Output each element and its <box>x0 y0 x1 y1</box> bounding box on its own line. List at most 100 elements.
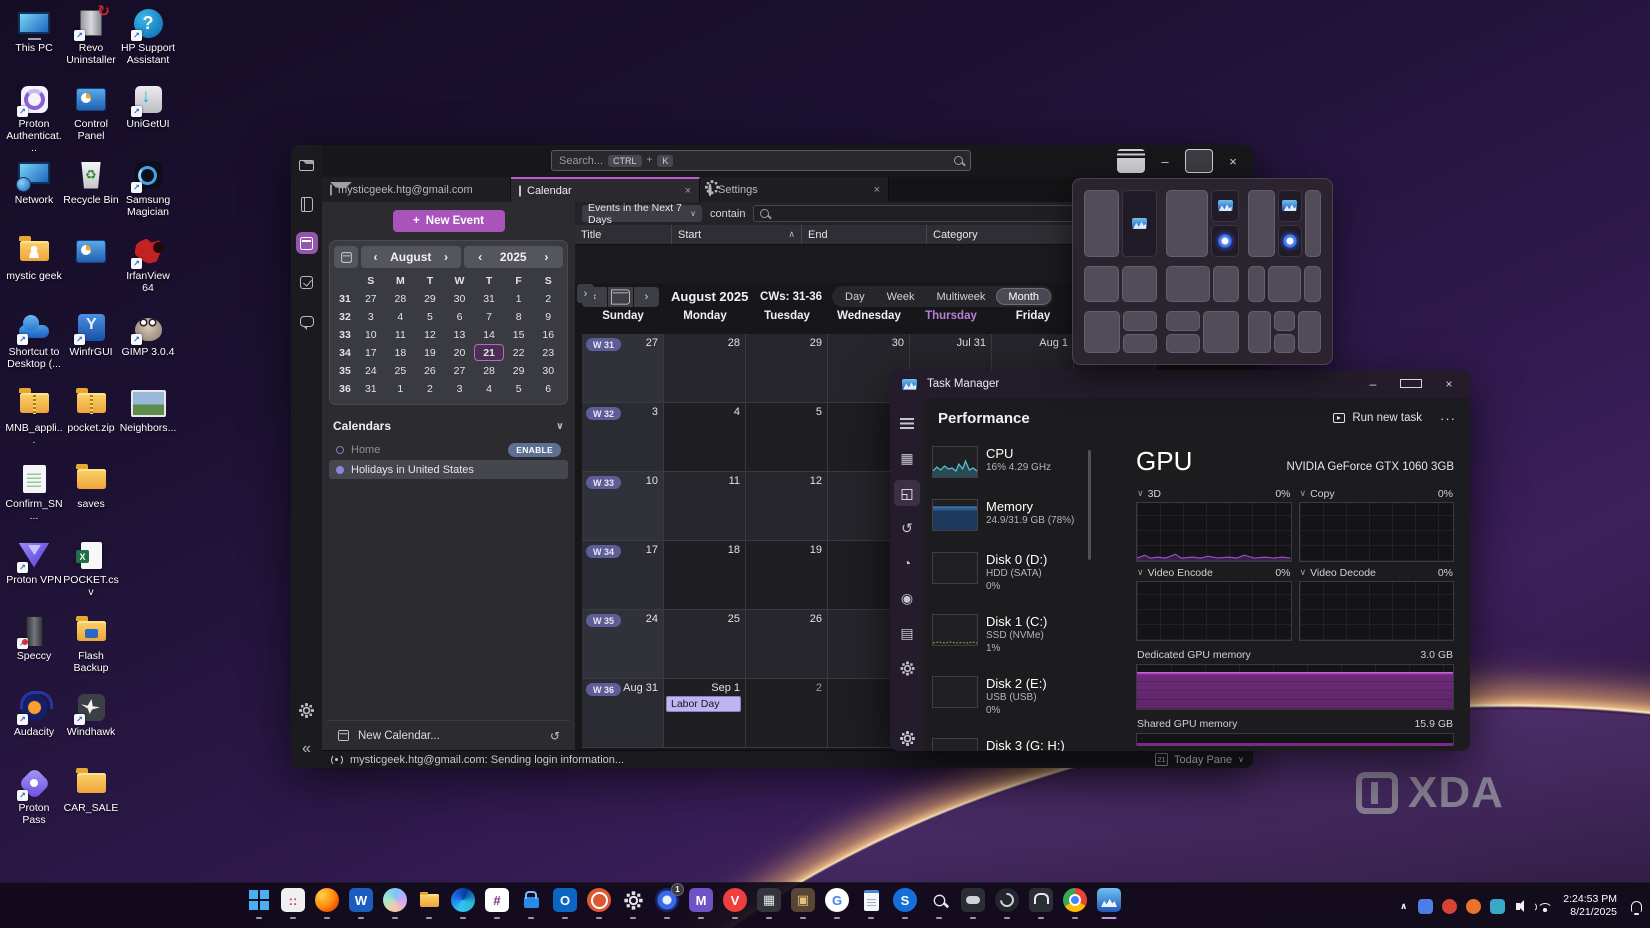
tray-app-3[interactable] <box>1466 899 1481 914</box>
desktop-icon-windhawk[interactable]: ↗Windhawk <box>63 690 119 738</box>
column-header-title[interactable]: Title <box>575 225 672 244</box>
mini-day-cell[interactable]: 27 <box>356 290 386 307</box>
mini-day-cell[interactable]: 29 <box>415 290 445 307</box>
desktop-icon-network[interactable]: Network <box>6 158 62 206</box>
snap-zone[interactable] <box>1166 190 1208 257</box>
desktop-icon-proton-pass[interactable]: ↗Proton Pass <box>6 766 62 826</box>
microsoft-store-icon[interactable] <box>519 888 543 912</box>
perf-item-cpu[interactable]: CPU16% 4.29 GHz <box>932 446 1084 478</box>
desktop-icon-mnb-appli[interactable]: MNB_appli... <box>6 386 62 446</box>
close-tab-icon[interactable]: × <box>874 184 880 196</box>
calculator-icon[interactable]: ▦ <box>757 888 781 912</box>
snap-layout-option-6[interactable] <box>1248 266 1321 303</box>
mail-app-icon[interactable]: M <box>689 888 713 912</box>
mini-day-cell[interactable]: 28 <box>386 290 416 307</box>
volume-icon[interactable] <box>1516 903 1520 910</box>
perf-item-memory[interactable]: Memory24.9/31.9 GB (78%) <box>932 499 1084 531</box>
mini-day-cell[interactable]: 12 <box>415 326 445 343</box>
event-labor-day[interactable]: Labor Day <box>666 696 741 712</box>
view-multiweek-button[interactable]: Multiweek <box>926 288 997 305</box>
new-event-button[interactable]: +New Event <box>393 210 505 232</box>
mini-day-cell[interactable]: 13 <box>445 326 475 343</box>
google-icon[interactable]: G <box>825 888 849 912</box>
snap-zone[interactable] <box>1122 190 1157 257</box>
desktop-icon-winfrgui[interactable]: ↗WinfrGUI <box>63 310 119 358</box>
search-app-icon[interactable] <box>927 888 951 912</box>
mini-day-cell[interactable]: 6 <box>533 380 563 397</box>
mini-day-cell[interactable]: 18 <box>386 344 416 361</box>
mini-day-cell[interactable]: 31 <box>356 380 386 397</box>
nav-details-icon[interactable]: ▤ <box>894 620 920 646</box>
day-cell[interactable]: 18 <box>664 541 746 610</box>
desktop-icon-this-pc[interactable]: This PC <box>6 6 62 54</box>
new-calendar-button[interactable]: New Calendar... ↺ <box>327 720 570 750</box>
run-new-task-button[interactable]: Run new task <box>1333 412 1422 424</box>
word-icon[interactable]: W <box>349 888 373 912</box>
tray-app-1[interactable] <box>1418 899 1433 914</box>
snap-zone[interactable] <box>1084 266 1119 303</box>
snap-zone[interactable] <box>1203 311 1239 353</box>
clock[interactable]: 2:24:53 PM 8/21/2025 <box>1563 893 1617 919</box>
desktop-icon-recycle-bin[interactable]: Recycle Bin <box>63 158 119 206</box>
perf-item-disk-2-e-[interactable]: Disk 2 (E:)USB (USB)0% <box>932 676 1084 717</box>
mini-day-cell[interactable]: 8 <box>504 308 534 325</box>
desktop-icon-confirm-sn[interactable]: Confirm_SN... <box>6 462 62 522</box>
collapse-rail-icon[interactable]: « <box>296 738 318 760</box>
app-menu-icon[interactable] <box>1117 149 1145 173</box>
view-month-button[interactable]: Month <box>996 288 1051 305</box>
snap-zone[interactable] <box>1278 190 1303 222</box>
column-header-end[interactable]: End <box>802 225 927 244</box>
messaging-badge-icon[interactable]: 1 <box>655 888 679 912</box>
tasks-icon[interactable] <box>296 271 318 293</box>
nav-services-icon[interactable] <box>894 655 920 681</box>
day-cell[interactable]: 3W 32 <box>582 403 664 472</box>
mini-day-cell[interactable]: 20 <box>445 344 475 361</box>
goto-today-button[interactable] <box>608 287 633 307</box>
desktop-icon-proton-authenticator[interactable]: ↗Proton Authenticat... <box>6 82 62 154</box>
snap-layout-option-8[interactable] <box>1166 311 1239 353</box>
snap-zone[interactable] <box>1084 311 1120 353</box>
day-cell[interactable]: 19 <box>746 541 828 610</box>
maximize-button[interactable] <box>1185 149 1213 173</box>
mini-day-cell[interactable]: 31 <box>474 290 504 307</box>
mini-day-cell[interactable]: 1 <box>386 380 416 397</box>
mini-day-cell[interactable]: 10 <box>356 326 386 343</box>
mini-day-cell[interactable]: 5 <box>504 380 534 397</box>
events-filter-dropdown[interactable]: Events in the Next 7 Days∨ <box>582 205 702 222</box>
notification-bell-icon[interactable] <box>1631 901 1642 912</box>
next-year-icon[interactable]: › <box>530 250 563 264</box>
day-cell[interactable]: 28 <box>664 334 746 403</box>
day-cell[interactable]: 10W 33 <box>582 472 664 541</box>
column-header-category[interactable]: Category <box>927 225 1073 244</box>
desktop-icon-irfanview-64[interactable]: ↗IrfanView 64 <box>120 234 176 294</box>
headset-app-icon[interactable] <box>1029 888 1053 912</box>
desktop-icon-audacity[interactable]: ↗Audacity <box>6 690 62 738</box>
mini-day-cell[interactable]: 1 <box>504 290 534 307</box>
chat-icon[interactable] <box>296 310 318 332</box>
firefox-icon[interactable] <box>315 888 339 912</box>
settings-gear-icon[interactable] <box>621 888 645 912</box>
desktop-icon-pocket-csv[interactable]: POCKET.csv <box>63 538 119 598</box>
mini-day-cell[interactable]: 17 <box>356 344 386 361</box>
perf-item-disk-0-d-[interactable]: Disk 0 (D:)HDD (SATA)0% <box>932 552 1084 593</box>
mini-day-cell[interactable]: 25 <box>386 362 416 379</box>
snap-zone[interactable] <box>1248 190 1275 257</box>
desktop-icon-pocket-zip[interactable]: pocket.zip <box>63 386 119 434</box>
view-week-button[interactable]: Week <box>876 288 926 305</box>
desktop-icon-gimp[interactable]: ↗GIMP 3.0.4 <box>120 310 176 358</box>
mini-day-cell[interactable]: 3 <box>356 308 386 325</box>
tab-calendar[interactable]: Calendar× <box>511 177 700 202</box>
day-cell[interactable]: 4 <box>664 403 746 472</box>
prev-month-icon[interactable]: ‹ <box>361 250 390 264</box>
desktop-icon-saves[interactable]: saves <box>63 462 119 510</box>
mini-day-cell[interactable]: 5 <box>415 308 445 325</box>
perf-item-disk-3-g-h-[interactable]: Disk 3 (G: H:)Removable (USB)0% <box>932 738 1084 751</box>
more-options-icon[interactable]: ··· <box>1440 411 1456 426</box>
prev-year-icon[interactable]: ‹ <box>464 250 497 264</box>
mini-day-cell[interactable]: 23 <box>533 344 563 361</box>
close-tab-icon[interactable]: × <box>685 185 691 197</box>
mini-day-cell[interactable]: 2 <box>533 290 563 307</box>
desktop-icon-speccy[interactable]: ↗Speccy <box>6 614 62 662</box>
day-cell[interactable]: 24W 35 <box>582 610 664 679</box>
nav-history-icon[interactable]: ↺ <box>894 515 920 541</box>
